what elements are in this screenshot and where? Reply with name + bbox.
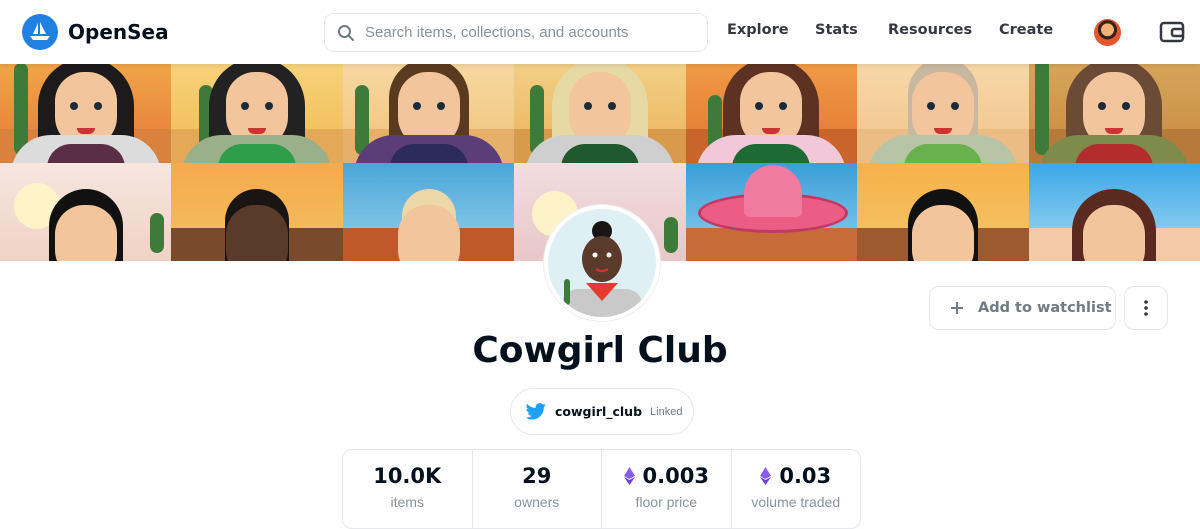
stat-owners[interactable]: 29 owners: [473, 450, 602, 528]
top-navbar: OpenSea Explore Stats Resources Create: [0, 0, 1200, 64]
banner-tile: [171, 162, 343, 261]
stat-label: owners: [514, 494, 560, 510]
ethereum-icon: [760, 467, 772, 485]
banner-tile: [342, 162, 515, 261]
stat-items[interactable]: 10.0K items: [343, 450, 473, 528]
stat-label: items: [390, 494, 424, 510]
stat-label: floor price: [635, 494, 697, 510]
stat-value: 0.03: [779, 464, 832, 488]
banner-tile: [1028, 162, 1200, 261]
search-icon: [338, 24, 354, 41]
logo-text: OpenSea: [68, 20, 169, 44]
ethereum-icon: [623, 467, 635, 485]
collection-title: Cowgirl Club: [472, 330, 728, 371]
search-input[interactable]: [365, 24, 685, 41]
banner-tile: [342, 64, 515, 163]
banner-tile: [0, 64, 172, 163]
twitter-handle: cowgirl_club: [555, 404, 643, 419]
banner-tile: [1028, 64, 1200, 163]
more-vertical-icon: [1144, 300, 1148, 316]
watchlist-label: Add to watchlist: [978, 300, 1112, 316]
nav-link-explore[interactable]: Explore: [727, 22, 789, 38]
opensea-logo[interactable]: OpenSea: [22, 14, 169, 50]
stat-value: 29: [522, 464, 552, 488]
stat-value: 0.003: [642, 464, 709, 488]
twitter-link[interactable]: cowgirl_club Linked: [510, 388, 694, 435]
banner-tile: [171, 64, 343, 163]
more-options-button[interactable]: [1124, 286, 1168, 330]
banner-tile: [685, 162, 858, 261]
collection-stats: 10.0K items 29 owners 0.003 floor price …: [342, 449, 861, 529]
nav-link-stats[interactable]: Stats: [815, 22, 858, 38]
opensea-boat-icon: [22, 14, 58, 50]
add-to-watchlist-button[interactable]: Add to watchlist: [929, 286, 1116, 330]
banner-tile: [0, 162, 172, 261]
wallet-icon[interactable]: [1159, 20, 1185, 44]
plus-icon: [951, 302, 963, 314]
twitter-icon: [525, 402, 546, 420]
twitter-linked-status: Linked: [650, 405, 683, 418]
banner-tile: [685, 64, 858, 163]
nav-link-create[interactable]: Create: [999, 22, 1053, 38]
banner-tile: [514, 64, 686, 163]
user-avatar[interactable]: [1094, 19, 1121, 46]
banner-tile: [857, 162, 1029, 261]
stat-label: volume traded: [751, 494, 841, 510]
stat-volume-traded[interactable]: 0.03 volume traded: [732, 450, 861, 528]
search-bar[interactable]: [324, 13, 708, 52]
nav-link-resources[interactable]: Resources: [888, 22, 972, 38]
banner-tile: [857, 64, 1029, 163]
collection-avatar: [544, 205, 660, 321]
stat-value: 10.0K: [373, 464, 442, 488]
stat-floor-price[interactable]: 0.003 floor price: [602, 450, 732, 528]
